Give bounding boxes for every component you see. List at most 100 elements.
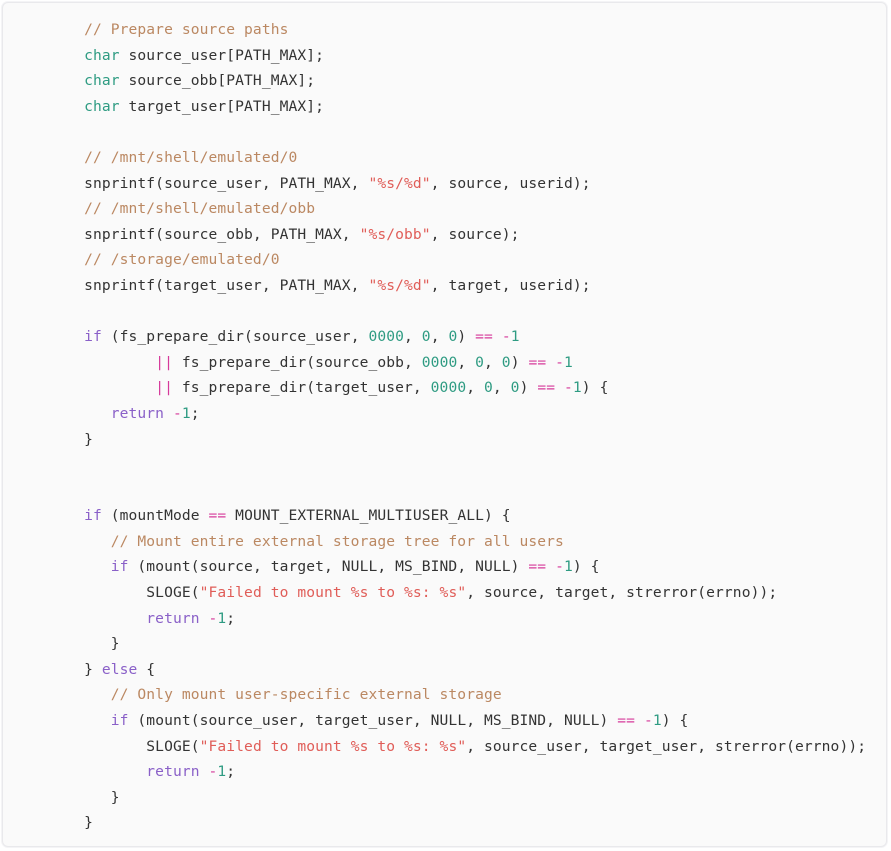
code-token-typ: char [84, 72, 120, 90]
code-token-com: // /mnt/shell/emulated/0 [84, 148, 298, 166]
code-token-str: "Failed to mount %s to %s: %s" [199, 737, 467, 755]
code-token-op: - [643, 712, 653, 730]
code-line: } [13, 631, 876, 657]
code-token-num: 1 [510, 328, 520, 346]
code-token-pln: ; [190, 404, 200, 422]
code-token-num: 0 [484, 379, 493, 397]
code-token-op: == [537, 379, 556, 397]
code-token-op: == [528, 558, 547, 576]
code-token-pln: ) [519, 379, 538, 397]
source-code-listing[interactable]: // Prepare source paths char source_user… [3, 3, 886, 846]
code-token-pln: SLOGE( [146, 584, 200, 602]
code-token-pln: } [84, 430, 93, 448]
code-token-com: // /storage/emulated/0 [84, 251, 280, 269]
code-token-pln [555, 379, 564, 396]
code-token-op: == [208, 507, 227, 525]
code-line: // /mnt/shell/emulated/obb [13, 196, 876, 222]
code-line: || fs_prepare_dir(source_obb, 0000, 0, 0… [13, 350, 876, 376]
code-line: // Prepare source paths [13, 17, 876, 43]
code-token-pln: , [430, 328, 449, 346]
code-token-com: // Prepare source paths [84, 21, 289, 38]
code-line: snprintf(source_obb, PATH_MAX, "%s/obb",… [13, 222, 876, 248]
code-line: char source_user[PATH_MAX]; [13, 43, 876, 69]
code-block-card: // Prepare source paths char source_user… [2, 2, 887, 847]
code-token-pln [546, 354, 555, 371]
code-token-num: 1 [563, 558, 573, 576]
code-token-pln: , [466, 379, 484, 397]
code-token-pln: source_user[PATH_MAX]; [119, 46, 325, 64]
code-token-num: 0000 [368, 328, 405, 346]
code-token-kw: if [110, 712, 129, 730]
code-token-op: - [501, 328, 511, 346]
code-token-op: == [528, 353, 547, 371]
code-line: return -1; [13, 759, 876, 785]
code-token-pln: ; [226, 609, 236, 627]
code-token-num: 1 [217, 763, 227, 781]
code-token-num: 0000 [421, 353, 458, 371]
code-token-pln [200, 610, 209, 627]
code-line: if (mount(source_user, target_user, NULL… [13, 708, 876, 734]
code-token-pln: ; [226, 763, 236, 781]
code-token-pln: , source); [430, 225, 520, 243]
code-token-pln: , source, userid); [430, 174, 591, 192]
code-token-pln: } [110, 635, 120, 653]
code-line: char target_user[PATH_MAX]; [13, 94, 876, 120]
code-token-com: // Only mount user-specific external sto… [110, 686, 502, 704]
code-line: return -1; [13, 606, 876, 632]
code-token-pln: (fs_prepare_dir(source_user, [101, 328, 369, 346]
code-token-op: - [564, 379, 573, 397]
code-line: if (mountMode == MOUNT_EXTERNAL_MULTIUSE… [13, 503, 876, 529]
code-token-str: "Failed to mount %s to %s: %s" [199, 584, 467, 602]
code-token-op: || [155, 379, 173, 397]
code-token-pln: (mount(source, target, NULL, MS_BIND, NU… [128, 558, 529, 576]
code-token-kw: if [84, 328, 102, 346]
code-token-pln: , [457, 353, 476, 371]
code-token-pln: , target, userid); [430, 276, 591, 294]
code-line: // /storage/emulated/0 [13, 247, 876, 273]
code-token-str: "%s/obb" [359, 225, 431, 243]
code-line: // /mnt/shell/emulated/0 [13, 145, 876, 171]
code-token-num: 0000 [430, 379, 467, 397]
code-token-pln: , [492, 379, 511, 397]
code-token-op: == [617, 712, 636, 730]
code-line: snprintf(source_user, PATH_MAX, "%s/%d",… [13, 171, 876, 197]
code-token-pln [164, 405, 173, 422]
code-token-pln: , [484, 353, 502, 371]
code-token-pln: } [110, 788, 120, 806]
code-token-pln [635, 712, 644, 729]
code-line: snprintf(target_user, PATH_MAX, "%s/%d",… [13, 273, 876, 299]
code-line: } [13, 810, 876, 836]
code-token-com: // /mnt/shell/emulated/obb [84, 200, 316, 218]
code-token-pln: } [84, 660, 102, 678]
code-token-num: 0 [475, 353, 485, 371]
code-token-num: 1 [181, 404, 191, 422]
code-token-num: 0 [421, 328, 431, 346]
code-token-num: 0 [510, 379, 520, 397]
code-token-pln: (mount(source_user, target_user, NULL, M… [128, 712, 618, 730]
code-token-pln [546, 558, 555, 575]
code-token-op: == [475, 328, 493, 346]
code-token-kw: return [110, 404, 165, 422]
code-line: } [13, 785, 876, 811]
